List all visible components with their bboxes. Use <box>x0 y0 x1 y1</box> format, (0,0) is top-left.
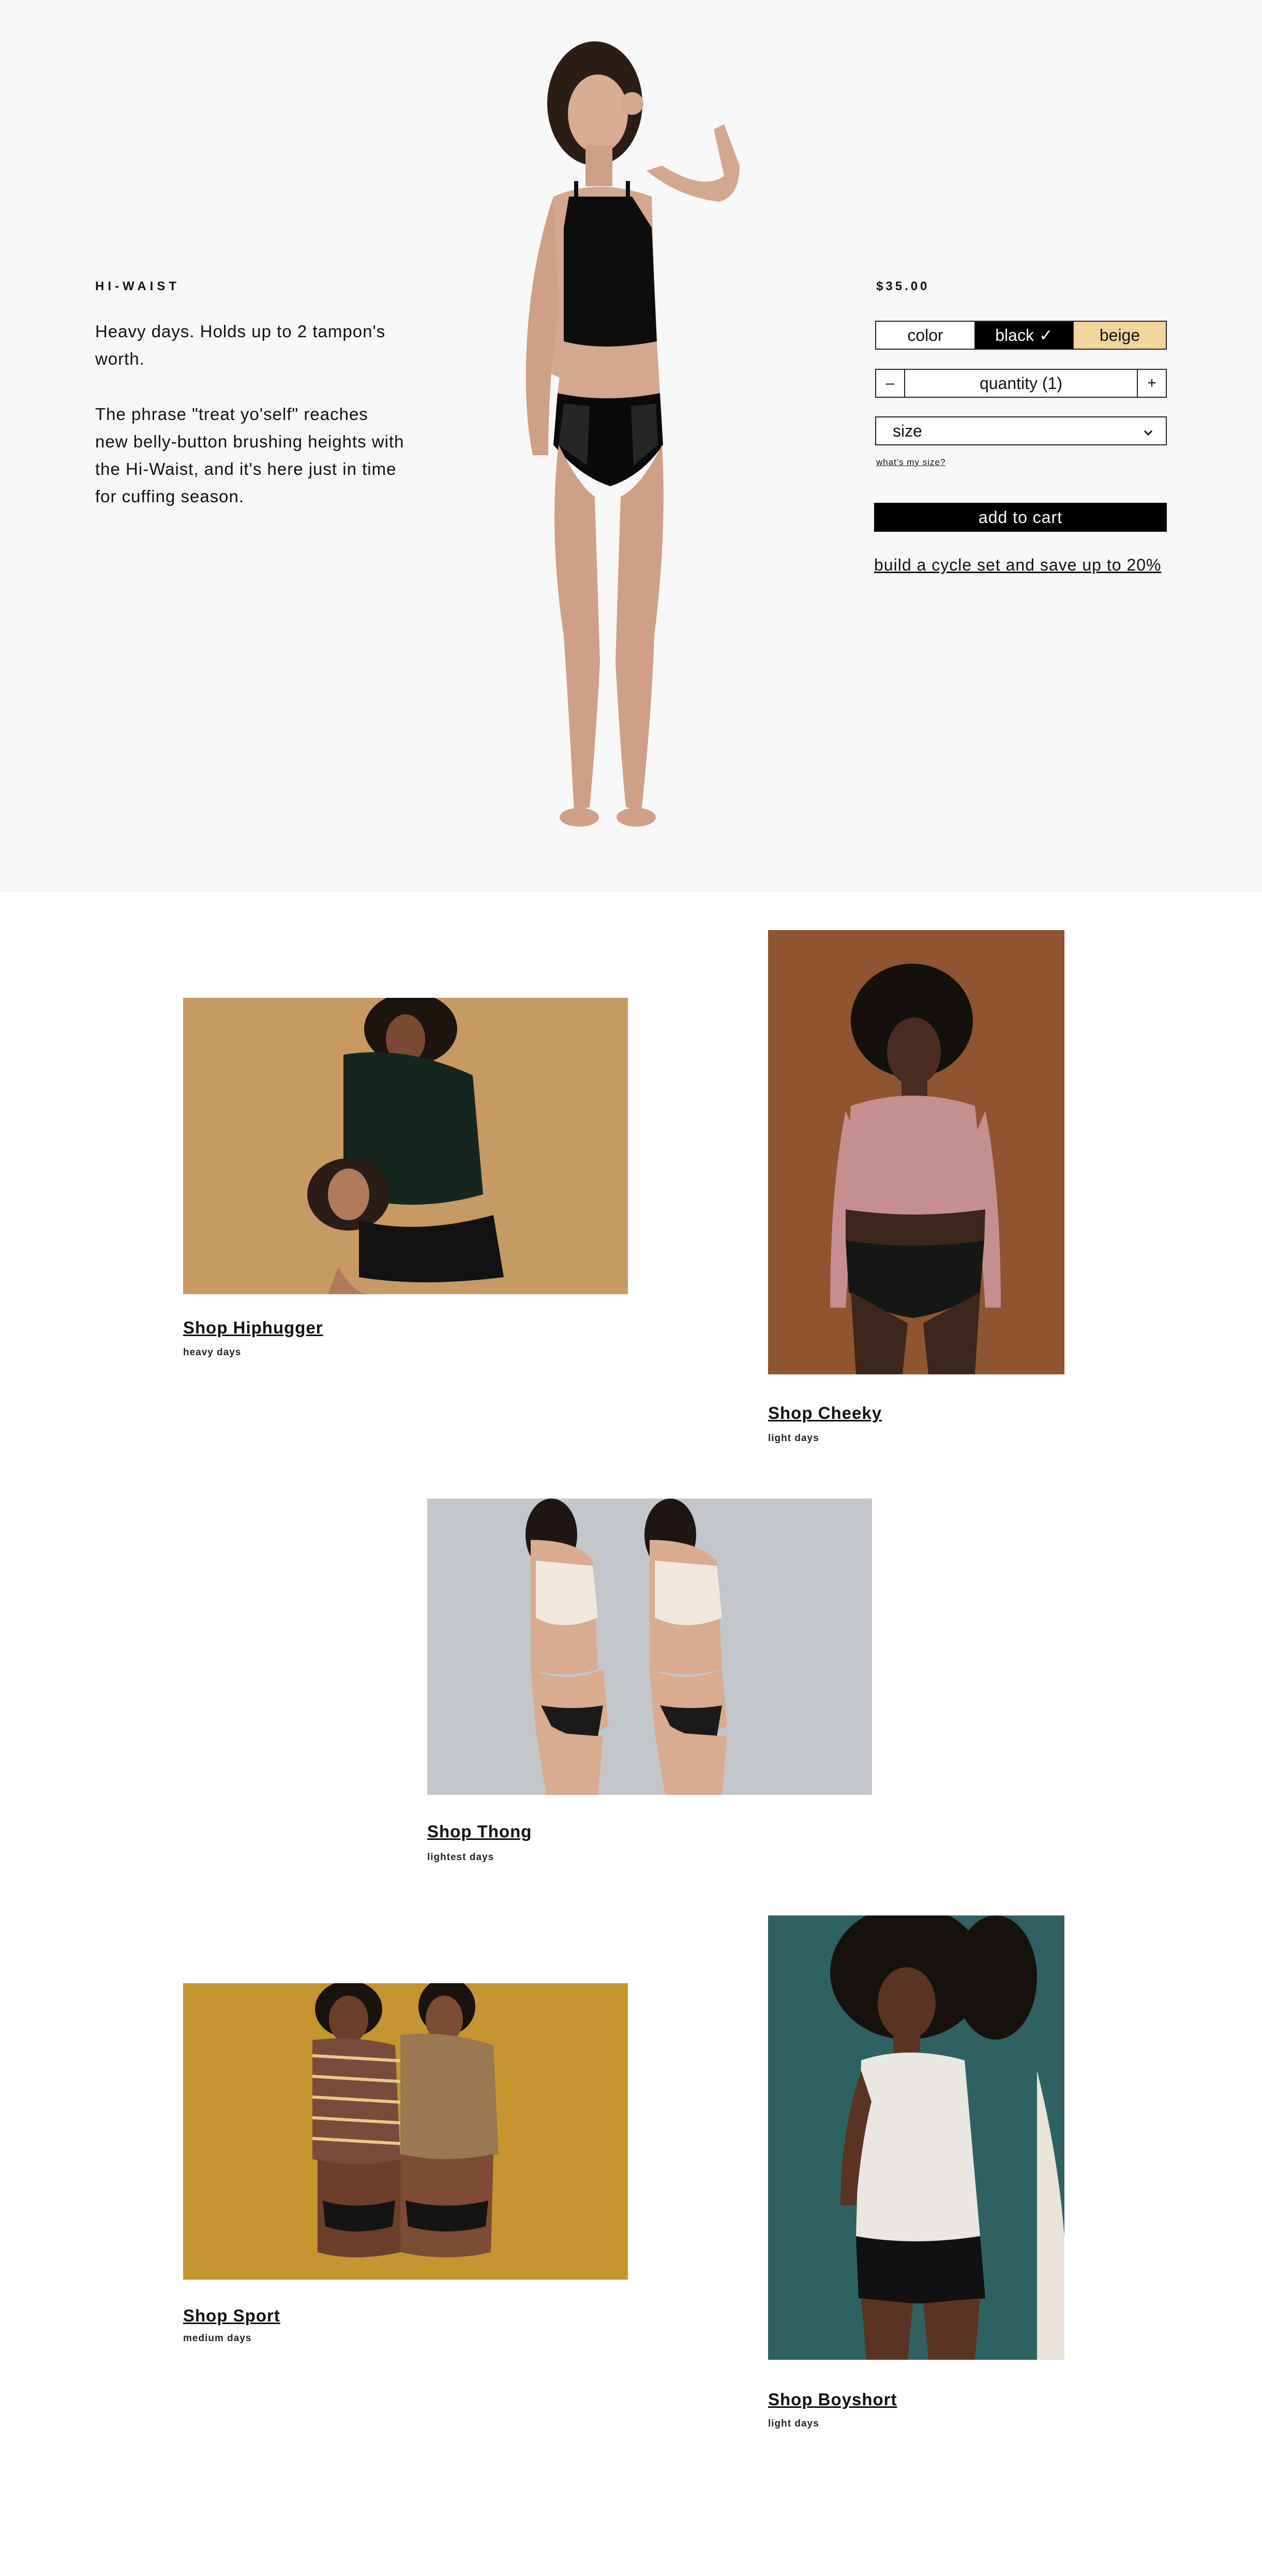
chevron-down-icon <box>1143 422 1153 441</box>
shop-hiphugger-link[interactable]: Shop Hiphugger <box>183 1318 323 1338</box>
product-name: HI-WAIST <box>95 279 180 293</box>
product-description-short: Heavy days. Holds up to 2 tampon's worth… <box>95 322 386 368</box>
thong-subtitle: lightest days <box>427 1852 494 1863</box>
quantity-stepper: – quantity (1) + <box>875 369 1167 398</box>
sport-image[interactable] <box>183 1983 628 2280</box>
quantity-increment-button[interactable]: + <box>1137 370 1166 397</box>
hiphugger-subtitle: heavy days <box>183 1347 242 1358</box>
shop-cheeky-link[interactable]: Shop Cheeky <box>768 1403 882 1423</box>
product-model-image <box>497 41 765 848</box>
color-option-beige[interactable]: beige <box>1073 322 1166 349</box>
cheeky-image[interactable] <box>768 930 1064 1374</box>
color-option-black-label: black <box>995 325 1034 345</box>
product-description-long: The phrase "treat yo'self" reaches new b… <box>95 405 404 506</box>
boyshort-subtitle: light days <box>768 2418 819 2429</box>
color-option-beige-label: beige <box>1099 325 1140 345</box>
sport-subtitle: medium days <box>183 2333 252 2344</box>
cycle-set-link[interactable]: build a cycle set and save up to 20% <box>874 556 1161 575</box>
boyshort-image[interactable] <box>768 1915 1064 2360</box>
check-icon: ✓ <box>1039 326 1053 345</box>
cheeky-subtitle: light days <box>768 1433 819 1444</box>
quantity-decrement-button[interactable]: – <box>876 370 905 397</box>
size-guide-link[interactable]: what's my size? <box>876 457 945 468</box>
shop-boyshort-link[interactable]: Shop Boyshort <box>768 2390 897 2409</box>
color-label: color <box>876 322 975 349</box>
hiphugger-image[interactable] <box>183 998 628 1294</box>
quantity-value: quantity (1) <box>979 373 1063 393</box>
size-select[interactable]: size <box>875 416 1167 445</box>
product-price: $35.00 <box>876 279 930 293</box>
shop-thong-link[interactable]: Shop Thong <box>427 1822 532 1841</box>
thong-image[interactable] <box>427 1499 872 1795</box>
color-option-black[interactable]: black ✓ <box>975 322 1073 349</box>
add-to-cart-button[interactable]: add to cart <box>874 503 1167 532</box>
color-selector: color black ✓ beige <box>875 321 1167 350</box>
size-select-label: size <box>893 421 922 440</box>
shop-sport-link[interactable]: Shop Sport <box>183 2306 280 2326</box>
